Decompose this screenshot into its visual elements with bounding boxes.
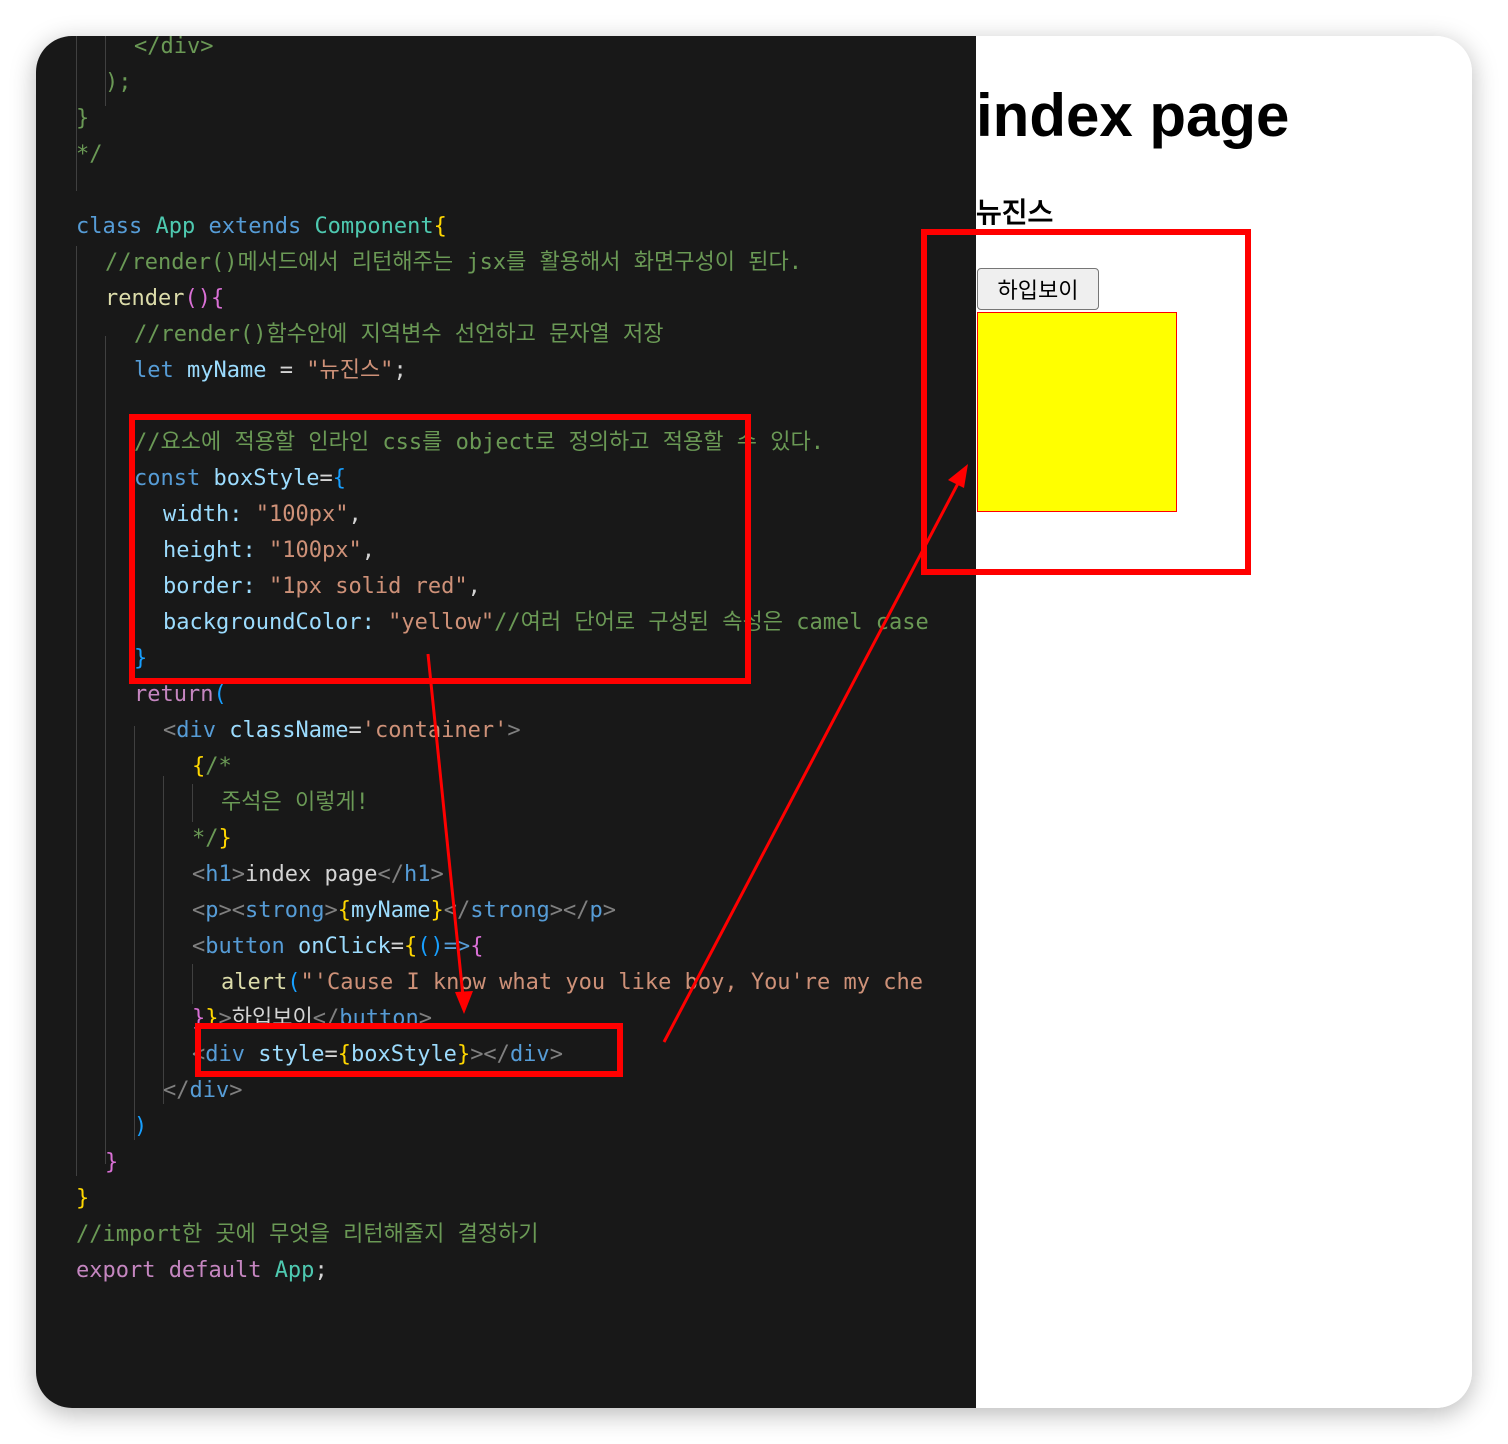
annotation-overlay [129, 229, 1251, 1077]
arrow-head-to-preview [948, 464, 968, 488]
arrow-line-to-preview [662, 471, 966, 1043]
highlight-div-style [195, 1023, 623, 1077]
screenshot-frame: </div>);} */class App extends Component{/… [36, 36, 1472, 1408]
highlight-preview-area [921, 229, 1251, 575]
arrow-head-down [455, 991, 473, 1014]
highlight-boxstyle-definition [129, 414, 751, 684]
arrow-line-down [426, 653, 466, 1007]
